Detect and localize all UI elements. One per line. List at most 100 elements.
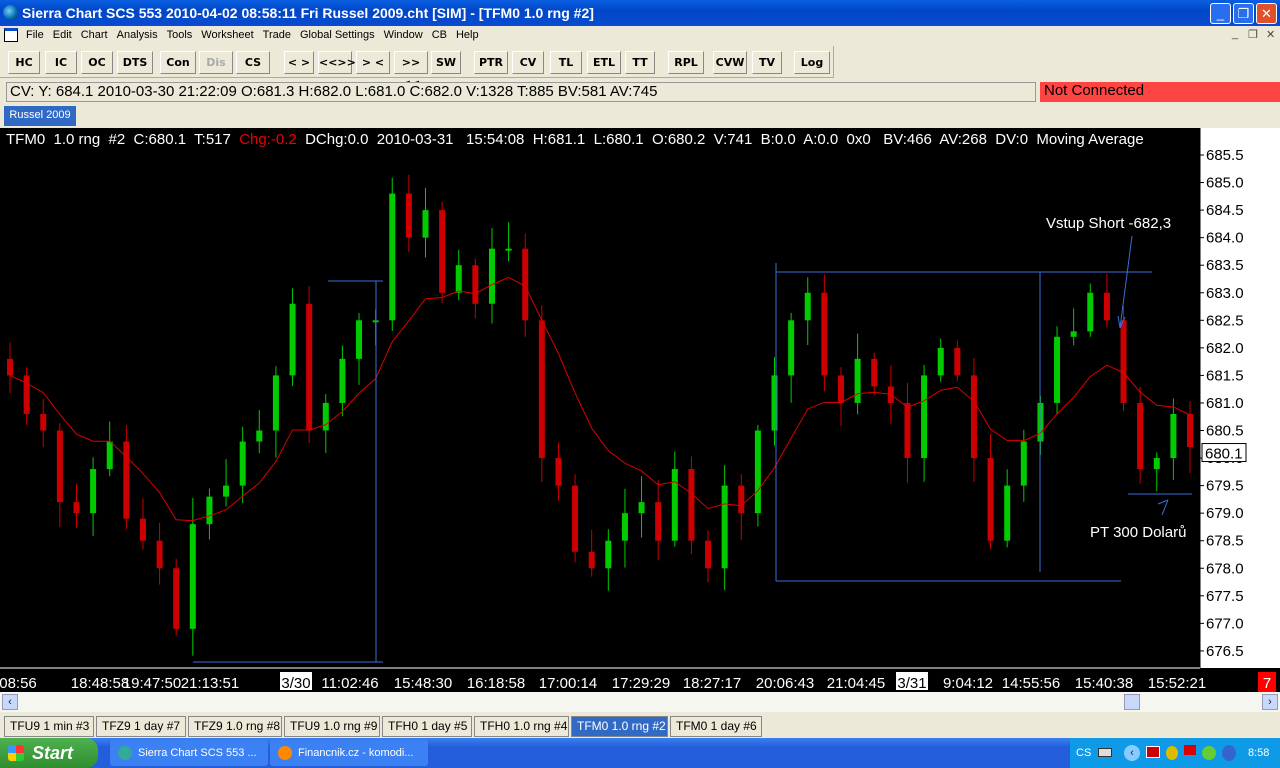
toolbar-button-9[interactable]: > < (356, 51, 390, 74)
candle-body (771, 375, 778, 431)
monitor-icon[interactable] (1146, 746, 1160, 758)
mdi-close-button[interactable]: ✕ (1266, 28, 1275, 41)
current-price-label: 680.1 (1205, 446, 1243, 463)
toolbar-button-3[interactable]: DTS (117, 51, 153, 74)
show-hidden-icons-icon[interactable]: ‹ (1124, 745, 1140, 761)
time-label: 15:40:38 (1075, 675, 1133, 692)
time-label: 19:47:50 (123, 675, 181, 692)
chart-tab[interactable]: TFM0 1.0 rng #2 (571, 716, 668, 737)
candle-body (854, 358, 861, 403)
toolbar-button-18[interactable]: CVW (713, 51, 747, 74)
candle-body (488, 248, 495, 304)
mdi-restore-button[interactable]: ❐ (1248, 28, 1258, 41)
flag-icon[interactable] (1184, 745, 1196, 755)
candle-body (970, 375, 977, 459)
document-icon (4, 28, 18, 42)
cursor-value-line: CV: Y: 684.1 2010-03-30 21:22:09 O:681.3… (6, 82, 1036, 102)
toolbar-button-8[interactable]: <<>> (318, 51, 356, 74)
candle-body (1004, 485, 1011, 541)
chart-tab[interactable]: TFH0 1 day #5 (382, 716, 472, 737)
menu-worksheet[interactable]: Worksheet (201, 29, 253, 41)
network-icon[interactable] (1202, 746, 1216, 760)
chart-tab[interactable]: TFU9 1.0 rng #9 (284, 716, 380, 737)
restore-button[interactable]: ❐ (1233, 3, 1254, 24)
toolbar-button-19[interactable]: TV (752, 51, 782, 74)
price-label: 678.5 (1206, 533, 1244, 550)
toolbar-button-11[interactable]: SW (431, 51, 461, 74)
menu-tools[interactable]: Tools (167, 29, 193, 41)
candle-body (306, 303, 313, 431)
info-rest: DChg:0.0 2010-03-31 15:54:08 H:681.1 L:6… (296, 131, 1144, 148)
candle-body (1170, 413, 1177, 459)
menu-file[interactable]: File (26, 29, 44, 41)
candle-body (788, 320, 795, 376)
chart-area[interactable]: 685.5 685.0 684.5 684.0 683.5 683.0 682.5 682.0… (0, 128, 1280, 692)
toolbar-button-5[interactable]: Dis (199, 51, 233, 74)
menu-window[interactable]: Window (384, 29, 423, 41)
time-label: 3/30 (281, 675, 310, 692)
taskbar-item-sierra[interactable]: Sierra Chart SCS 553 ... (110, 740, 268, 766)
menu-edit[interactable]: Edit (53, 29, 72, 41)
horizontal-scrollbar[interactable]: ‹ › (0, 692, 1280, 712)
price-label: 678.0 (1206, 560, 1244, 577)
candle-body (655, 502, 662, 541)
keyboard-icon[interactable] (1098, 748, 1112, 757)
price-chart[interactable]: 685.5 685.0 684.5 684.0 683.5 683.0 682.5 682.0… (0, 128, 1280, 692)
close-button[interactable]: ✕ (1256, 3, 1277, 24)
price-label: 679.5 (1206, 478, 1244, 495)
scroll-thumb[interactable] (1124, 694, 1140, 710)
info-main: TFM0 1.0 rng #2 C:680.1 T:517 (6, 131, 240, 148)
toolbar-button-0[interactable]: HC (8, 51, 40, 74)
toolbar-button-16[interactable]: TT (625, 51, 655, 74)
entry-annotation: Vstup Short -682,3 (1046, 215, 1171, 232)
entry-arrow (1119, 235, 1133, 329)
menu-cb[interactable]: CB (432, 29, 447, 41)
a-icon[interactable] (1222, 745, 1236, 761)
menu-global-settings[interactable]: Global Settings (300, 29, 375, 41)
minimize-button[interactable]: _ (1210, 3, 1231, 24)
toolbar-button-1[interactable]: IC (45, 51, 77, 74)
scroll-right-icon[interactable]: › (1262, 694, 1278, 710)
toolbar-button-14[interactable]: TL (550, 51, 582, 74)
menu-chart[interactable]: Chart (81, 29, 108, 41)
chart-tab[interactable]: TFU9 1 min #3 (4, 716, 94, 737)
toolbar-button-17[interactable]: RPL (668, 51, 704, 74)
toolbar-button-4[interactable]: Con (160, 51, 196, 74)
candle-body (189, 524, 196, 629)
time-label: 21:13:51 (181, 675, 239, 692)
candle-body (954, 347, 961, 376)
time-label: 14:55:56 (1002, 675, 1060, 692)
language-indicator[interactable]: CS (1076, 738, 1091, 768)
menu-analysis[interactable]: Analysis (117, 29, 158, 41)
candle-body (837, 375, 844, 403)
globe-icon (118, 746, 132, 760)
chart-tab[interactable]: TFZ9 1.0 rng #8 (188, 716, 282, 737)
price-label: 681.0 (1206, 395, 1244, 412)
menu-trade[interactable]: Trade (263, 29, 291, 41)
toolbar-button-20[interactable]: Log (794, 51, 830, 74)
corner-badge-label: 7 (1263, 675, 1271, 692)
candle-body (455, 265, 462, 293)
toolbar-button-13[interactable]: CV (512, 51, 544, 74)
toolbar-button-15[interactable]: ETL (587, 51, 621, 74)
candle-body (621, 513, 628, 541)
toolbar-button-10[interactable]: >><< (394, 51, 428, 90)
chartbook-tab[interactable]: Russel 2009 (4, 106, 76, 126)
taskbar-item-firefox[interactable]: Financnik.cz - komodi... (270, 740, 428, 766)
chart-tab[interactable]: TFH0 1.0 rng #4 (474, 716, 569, 737)
candle-body (588, 551, 595, 569)
toolbar-button-7[interactable]: < > (284, 51, 314, 74)
toolbar-button-6[interactable]: CS (236, 51, 270, 74)
time-label: 9:04:12 (943, 675, 993, 692)
chart-tab[interactable]: TFM0 1 day #6 (670, 716, 762, 737)
scroll-left-icon[interactable]: ‹ (2, 694, 18, 710)
mdi-minimize-button[interactable]: _ (1232, 28, 1238, 40)
menu-help[interactable]: Help (456, 29, 479, 41)
toolbar-button-12[interactable]: PTR (474, 51, 508, 74)
chart-tab[interactable]: TFZ9 1 day #7 (96, 716, 186, 737)
candle-body (738, 485, 745, 514)
toolbar-button-2[interactable]: OC (81, 51, 113, 74)
time-label: 18:27:17 (683, 675, 741, 692)
bug-icon[interactable] (1166, 746, 1178, 760)
candle-body (1137, 402, 1144, 470)
